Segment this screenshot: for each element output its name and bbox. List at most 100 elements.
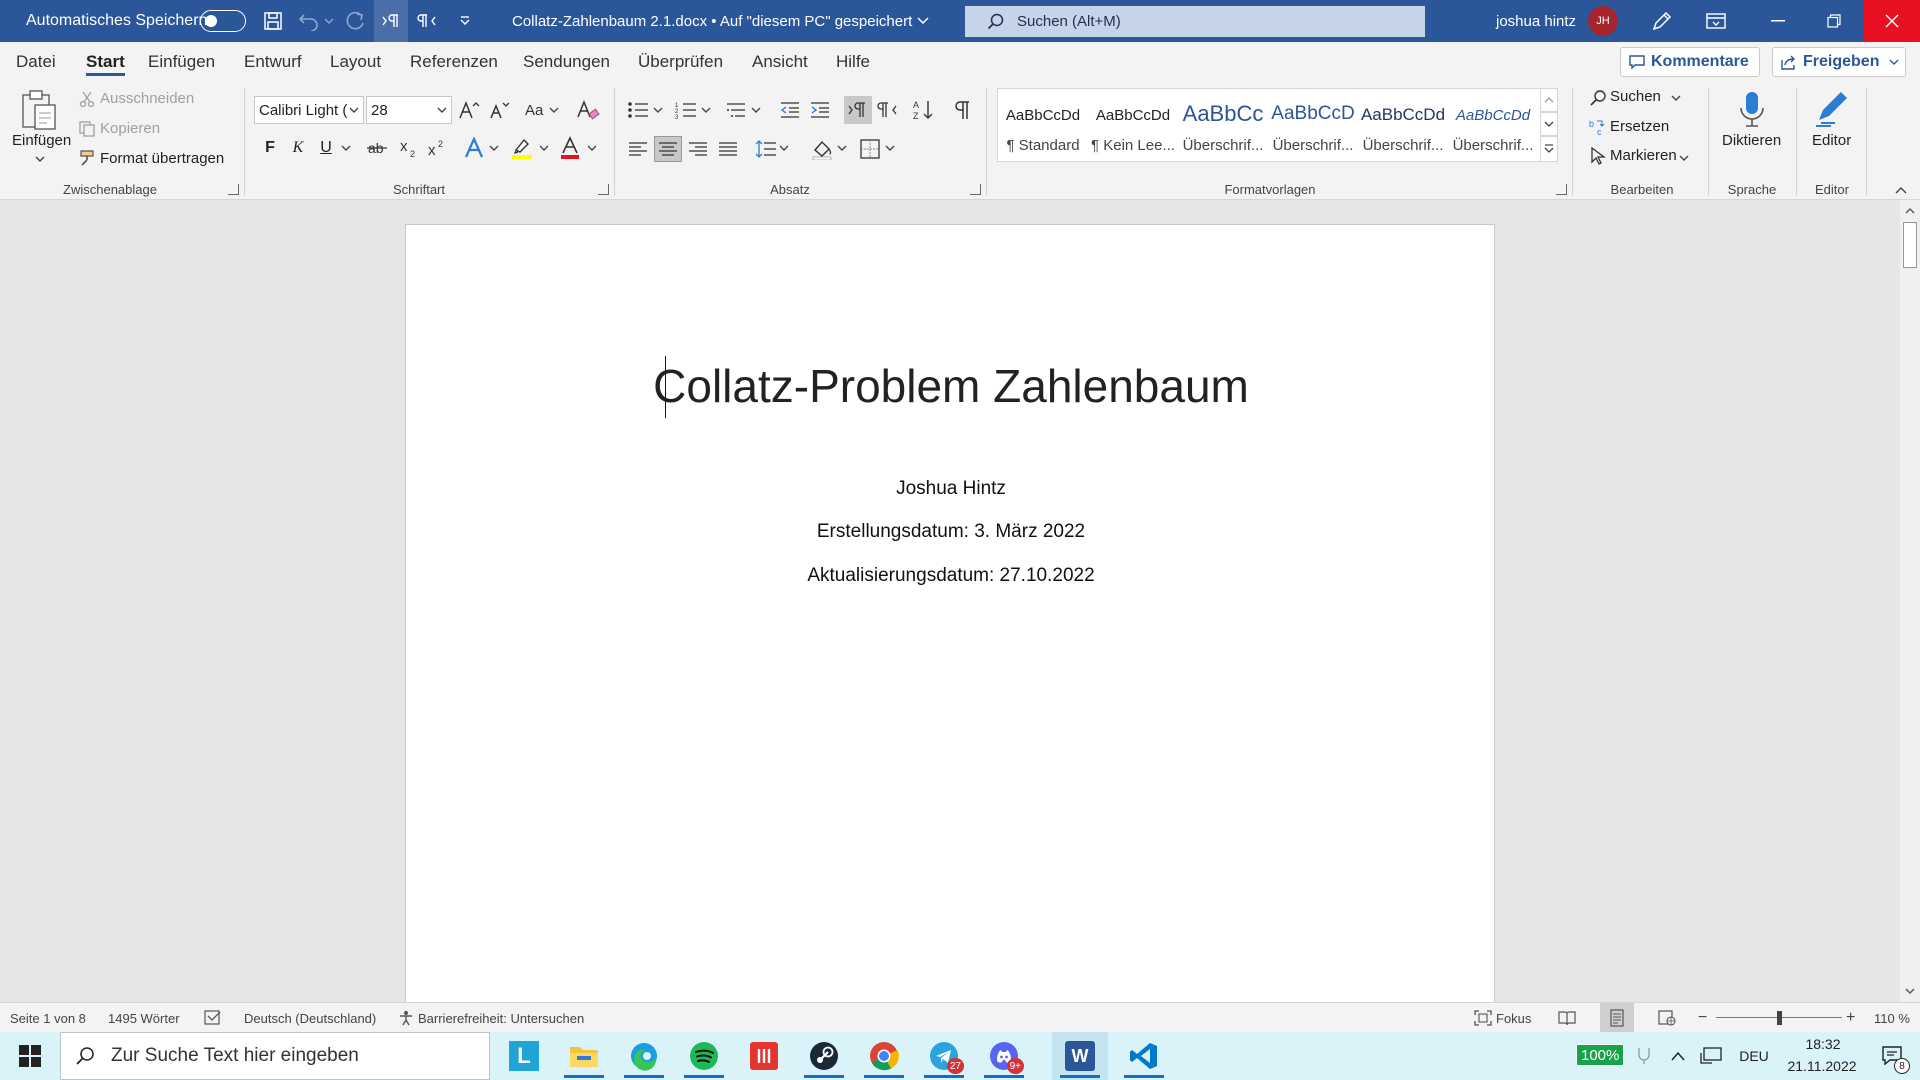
styles-scroll-up-icon[interactable] (1540, 88, 1558, 112)
edge-icon[interactable] (616, 1032, 672, 1080)
align-center-icon[interactable] (654, 136, 682, 162)
shading-dropdown-icon[interactable] (836, 142, 848, 154)
accessibility-icon[interactable] (398, 1003, 414, 1033)
increase-indent-icon[interactable] (806, 96, 834, 124)
rtl-paragraph-icon[interactable] (412, 0, 442, 42)
clipboard-launcher-icon[interactable] (228, 184, 239, 195)
line-spacing-dropdown-icon[interactable] (778, 142, 790, 154)
tab-referenzen[interactable]: Referenzen (410, 42, 498, 82)
discord-icon[interactable]: 9+ (976, 1032, 1032, 1080)
font-launcher-icon[interactable] (598, 184, 609, 195)
format-painter-button[interactable]: Format übertragen (100, 150, 224, 167)
cut-button[interactable]: Ausschneiden (100, 90, 194, 107)
zoom-out-button[interactable]: − (1698, 1003, 1707, 1033)
shading-icon[interactable] (808, 136, 836, 162)
web-layout-icon[interactable] (1658, 1003, 1676, 1033)
dictate-button[interactable]: Diktieren (1722, 132, 1781, 149)
search-box[interactable]: Suchen (Alt+M) (965, 6, 1425, 37)
clear-formatting-icon[interactable] (574, 96, 602, 124)
font-color-dropdown-icon[interactable] (586, 142, 598, 154)
ltr-direction-icon[interactable] (844, 96, 872, 124)
ltr-paragraph-icon[interactable] (374, 0, 408, 42)
read-mode-icon[interactable] (1558, 1003, 1576, 1033)
clock-time[interactable]: 18:32 (1782, 1036, 1864, 1052)
multilevel-list-icon[interactable] (722, 96, 750, 124)
highlight-icon[interactable] (508, 134, 536, 162)
paste-button[interactable]: Einfügen (12, 132, 71, 149)
proofing-icon[interactable] (204, 1003, 222, 1033)
shrink-font-icon[interactable] (486, 96, 512, 124)
styles-scroll-down-icon[interactable] (1540, 112, 1558, 136)
show-formatting-marks-icon[interactable] (948, 96, 976, 124)
vertical-scrollbar[interactable] (1900, 200, 1920, 1002)
style-no-spacing[interactable]: AaBbCcDd ¶ Kein Lee... (1088, 89, 1178, 163)
show-hidden-icons-icon[interactable] (1662, 1032, 1694, 1080)
text-effects-dropdown-icon[interactable] (488, 142, 500, 154)
user-name[interactable]: joshua hintz (1496, 0, 1576, 42)
text-effects-icon[interactable] (462, 134, 488, 162)
close-icon[interactable] (1864, 0, 1920, 42)
align-left-icon[interactable] (624, 136, 652, 162)
steam-icon[interactable] (796, 1032, 852, 1080)
document-author[interactable]: Joshua Hintz (406, 478, 1496, 500)
scroll-down-icon[interactable] (1901, 982, 1919, 1000)
display-icon[interactable] (1694, 1032, 1728, 1080)
telegram-icon[interactable]: 27 (916, 1032, 972, 1080)
change-case-icon[interactable]: Aa (522, 96, 562, 124)
autosave-toggle[interactable] (200, 0, 246, 42)
align-right-icon[interactable] (684, 136, 712, 162)
highlight-dropdown-icon[interactable] (538, 142, 550, 154)
document-title-chevron-icon[interactable] (917, 0, 929, 42)
microphone-icon[interactable] (1730, 88, 1774, 132)
tab-entwurf[interactable]: Entwurf (244, 42, 302, 82)
pen-icon[interactable] (1650, 0, 1674, 42)
select-button[interactable]: Markieren (1610, 147, 1677, 164)
language-status[interactable]: Deutsch (Deutschland) (244, 1003, 376, 1033)
windows-start-icon[interactable] (2, 1032, 58, 1080)
subscript-icon[interactable]: x2 (396, 136, 422, 160)
launcher-l-app-icon[interactable]: L (496, 1032, 552, 1080)
tab-einfuegen[interactable]: Einfügen (148, 42, 215, 82)
tab-datei[interactable]: Datei (16, 42, 56, 82)
focus-button[interactable]: Fokus (1496, 1003, 1531, 1033)
minimize-icon[interactable] (1750, 0, 1806, 42)
ribbon-display-icon[interactable] (1706, 0, 1726, 42)
find-dropdown-icon[interactable] (1670, 92, 1682, 104)
redo-icon[interactable] (340, 0, 370, 42)
comments-button[interactable]: Kommentare (1620, 47, 1760, 77)
scroll-up-icon[interactable] (1901, 202, 1919, 220)
numbering-icon[interactable]: 123 (672, 96, 700, 124)
word-icon[interactable]: W (1052, 1032, 1108, 1080)
document-page[interactable]: Collatz-Problem Zahlenbaum Joshua Hintz … (405, 224, 1495, 1024)
style-heading-2[interactable]: AaBbCcD Überschrif... (1268, 89, 1358, 163)
paste-icon[interactable] (20, 88, 60, 132)
tab-start[interactable]: Start (86, 42, 125, 82)
accessibility-status[interactable]: Barrierefreiheit: Untersuchen (418, 1003, 584, 1033)
document-created-date[interactable]: Erstellungsdatum: 3. März 2022 (406, 521, 1496, 543)
undo-icon[interactable] (294, 0, 324, 42)
sort-icon[interactable]: AZ (910, 96, 938, 124)
undo-dropdown-icon[interactable] (324, 0, 334, 42)
styles-more-icon[interactable] (1540, 136, 1558, 162)
zoom-slider[interactable] (1716, 1003, 1842, 1033)
superscript-icon[interactable]: x2 (424, 136, 450, 160)
tab-layout[interactable]: Layout (330, 42, 381, 82)
strikethrough-icon[interactable]: ab (364, 136, 390, 160)
share-button[interactable]: Freigeben (1772, 47, 1906, 77)
customize-quick-access-icon[interactable] (450, 0, 480, 42)
line-spacing-icon[interactable] (752, 136, 780, 162)
tab-ansicht[interactable]: Ansicht (752, 42, 808, 82)
zoom-in-button[interactable]: + (1846, 1003, 1855, 1033)
vscode-icon[interactable] (1116, 1032, 1172, 1080)
spotify-icon[interactable] (676, 1032, 732, 1080)
grow-font-icon[interactable] (456, 96, 482, 124)
document-heading[interactable]: Collatz-Problem Zahlenbaum (406, 359, 1496, 413)
input-language[interactable]: DEU (1732, 1032, 1776, 1080)
focus-icon[interactable] (1474, 1003, 1492, 1033)
zoom-level[interactable]: 110 % (1874, 1003, 1910, 1033)
underline-dropdown-icon[interactable] (340, 142, 352, 154)
bold-button[interactable]: F (258, 136, 282, 160)
collapse-ribbon-icon[interactable] (1894, 184, 1908, 196)
font-size-select[interactable]: 28 (366, 96, 452, 124)
print-layout-icon[interactable] (1600, 1003, 1634, 1033)
